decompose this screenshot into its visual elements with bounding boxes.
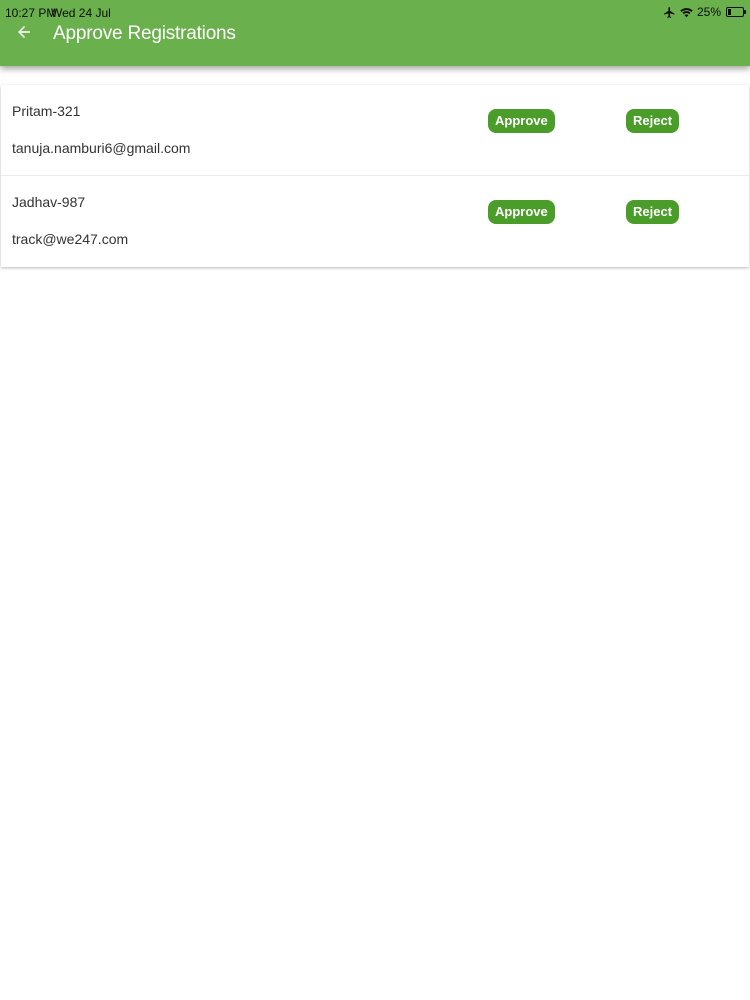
list-item: Pritam-321 tanuja.namburi6@gmail.com App…	[1, 85, 749, 176]
airplane-icon	[663, 6, 676, 19]
battery-level	[728, 9, 731, 15]
toolbar: Approve Registrations	[0, 22, 750, 46]
registrant-email: tanuja.namburi6@gmail.com	[12, 140, 191, 156]
approve-button[interactable]: Approve	[488, 109, 555, 133]
arrow-left-icon	[15, 23, 33, 46]
wifi-icon	[680, 6, 693, 19]
status-indicators: 25%	[663, 5, 746, 19]
registrant-email: track@we247.com	[12, 231, 129, 247]
status-time: 10:27 PM	[5, 6, 57, 20]
back-button[interactable]	[12, 22, 36, 46]
status-date: Wed 24 Jul	[51, 6, 111, 20]
status-bar: 10:27 PM Wed 24 Jul 25%	[0, 0, 750, 22]
list-item: Jadhav-987 track@we247.com Approve Rejec…	[1, 176, 749, 267]
page-title: Approve Registrations	[53, 23, 236, 44]
app-bar: 10:27 PM Wed 24 Jul 25% Approve Registra…	[0, 0, 750, 66]
reject-button[interactable]: Reject	[626, 200, 680, 224]
reject-button[interactable]: Reject	[626, 109, 680, 133]
registrant-name: Jadhav-987	[12, 194, 86, 210]
registrant-name: Pritam-321	[12, 103, 81, 119]
approve-button[interactable]: Approve	[488, 200, 555, 224]
registration-list: Pritam-321 tanuja.namburi6@gmail.com App…	[1, 85, 749, 267]
battery-icon	[726, 7, 746, 17]
battery-percent: 25%	[696, 5, 721, 19]
